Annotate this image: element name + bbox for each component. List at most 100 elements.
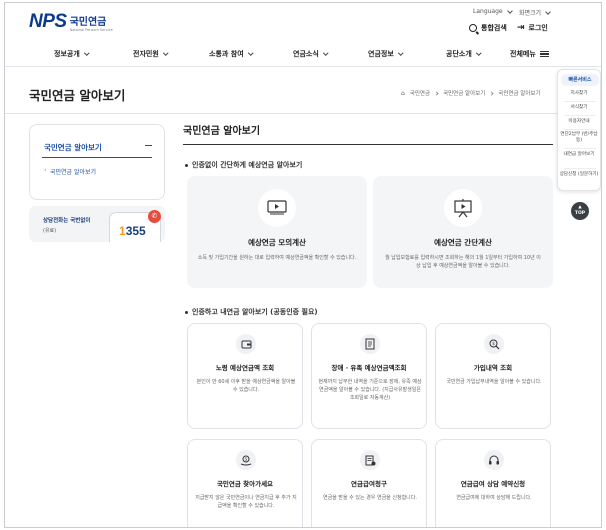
quick-item-my-pension[interactable]: 내연금 알아보기 (558, 152, 600, 158)
call-fee-note: (유료) (43, 228, 57, 234)
quick-menu-heading: 빠른서비스 (561, 74, 599, 86)
login-button[interactable]: ⇥ 로그인 (517, 23, 548, 33)
card-desc: 월 납입보험료를 입력하시면 조회하는 해의 1월 1일부터 가입하여 10년 … (385, 255, 541, 269)
card-title: 가입내역 조회 (473, 364, 513, 372)
chevron-down-icon (545, 8, 551, 15)
gnb-item-about[interactable]: 공단소개 (446, 49, 481, 59)
card-title: 노령 예상연금액 조회 (215, 364, 275, 372)
gnb-item-pension-news[interactable]: 연금소식 (293, 49, 328, 59)
quick-item-payment[interactable]: 연단2납부 (반/주납 등) (558, 132, 600, 144)
form-stamp-icon (365, 455, 375, 465)
page-title: 국민연금 알아보기 (29, 88, 126, 103)
divider (5, 113, 601, 114)
card-desc: 연금을 받을 수 있는 경우 연금을 신청합니다. (323, 495, 417, 501)
card-desc: 소득 및 가입기간을 원하는 대로 입력하여 예상연금액을 확인할 수 있습니다… (197, 255, 357, 261)
collapse-icon[interactable] (145, 145, 152, 147)
quick-item-branch[interactable]: 지사찾기 (558, 91, 600, 97)
simulation-calc-card[interactable]: 예상연금 모의계산 소득 및 가입기간을 원하는 대로 입력하여 예상연금액을 … (187, 176, 367, 288)
quick-item-guide[interactable]: 이용자안내 (558, 119, 600, 125)
quick-item-forms[interactable]: 서식찾기 (558, 105, 600, 111)
phone-icon: ✆ (148, 210, 161, 223)
divider (564, 148, 596, 149)
logo-name-en: National Pension Service (69, 27, 113, 32)
chevron-right-icon (434, 90, 439, 96)
section-heading: 인증없이 간단하게 예상연금 알아보기 (185, 160, 302, 170)
breadcrumb: ⌂ 국민연금 국민연금 알아보기 국민연금 알아보기 (401, 89, 541, 98)
card-desc: 국민연금 가입납부내역을 알아볼 수 있습니다. (446, 379, 542, 385)
breadcrumb-item[interactable]: 국민연금 (410, 89, 430, 97)
global-nav: 정보공개 전자민원 소통과 참여 연금소식 연금정보 공단소개 전체메뉴 (5, 43, 601, 67)
integrated-search-button[interactable]: 통합검색 (469, 23, 507, 33)
card-desc: 본인이 만 60세 이후 받을 예상연금액을 알아볼 수 있습니다. (196, 379, 296, 393)
card-desc: 지급받지 않은 국민연금이나 연금지급 후 추가 지급액을 확인할 수 있습니다… (195, 495, 297, 509)
video-player-icon (267, 200, 287, 215)
consult-reservation-card[interactable]: 연금급여 상담 예약신청 연금급여에 대하여 상담해 드립니다. (435, 439, 551, 527)
section-heading: 인증하고 내연금 알아보기 (공동인증 필요) (185, 307, 318, 317)
gnb-item-e-civil[interactable]: 전자민원 (133, 49, 168, 59)
side-nav-item[interactable]: 국민연금 알아보기 (44, 166, 96, 176)
logo-brand: NPS (29, 11, 67, 32)
divider (564, 129, 596, 130)
presentation-board-icon (454, 199, 472, 218)
card-title: 예상연금 간단계산 (434, 238, 492, 247)
quick-service-menu: 빠른서비스 지사찾기 서식찾기 이용자안내 연단2납부 (반/주납 등) 내연금… (557, 69, 601, 191)
disability-survivor-card[interactable]: 장애 · 유족 예상연금액조회 현재까지 납부한 내역을 기준으로 장애, 유족… (311, 323, 427, 429)
scroll-top-button[interactable]: ▲ TOP (571, 202, 589, 220)
logo-name-kr: 국민연금 (69, 16, 107, 28)
card-title: 예상연금 모의계산 (248, 238, 306, 247)
all-menu-button[interactable]: 전체메뉴 (510, 49, 549, 59)
top-header: NPS 국민연금 National Pension Service Langua… (5, 3, 601, 43)
divider (183, 144, 553, 145)
side-nav: 국민연금 알아보기 국민연금 알아보기 (29, 124, 165, 200)
card-desc: 현재까지 납부한 내역을 기준으로 장애, 유족 예상연금액을 알아볼 수 있습… (318, 379, 422, 401)
chevron-right-icon (489, 90, 494, 96)
enrollment-history-card[interactable]: $ 가입내역 조회 국민연금 가입납부내역을 알아볼 수 있습니다. (435, 323, 551, 429)
divider (42, 157, 152, 158)
svg-text:$: $ (492, 341, 495, 347)
nps-logo[interactable]: NPS 국민연금 National Pension Service (29, 11, 113, 33)
quick-item-consult[interactable]: 상담신청 (일문하기) (558, 172, 600, 178)
chevron-down-icon (323, 50, 328, 56)
divider (564, 115, 596, 116)
chevron-down-icon (84, 50, 89, 56)
find-pension-card[interactable]: $ 국민연금 찾아가세요 지급받지 않은 국민연금이나 연금지급 후 추가 지급… (187, 439, 303, 527)
card-title: 연금급여청구 (351, 480, 387, 488)
browser-viewport: NPS 국민연금 National Pension Service Langua… (4, 2, 602, 528)
headset-icon (489, 455, 499, 464)
breadcrumb-item[interactable]: 국민연금 알아보기 (498, 89, 540, 97)
call-number: 1355 (119, 224, 146, 238)
divider (564, 168, 596, 169)
chevron-down-icon (163, 50, 168, 56)
gnb-item-communication[interactable]: 소통과 참여 (209, 49, 253, 59)
chevron-down-icon (247, 50, 253, 56)
divider (564, 101, 596, 102)
card-title: 연금급여 상담 예약신청 (460, 480, 526, 488)
login-icon: ⇥ (517, 23, 525, 33)
gnb-item-pension-info[interactable]: 연금정보 (368, 49, 403, 59)
simple-calc-card[interactable]: 예상연금 간단계산 월 납입보험료를 입력하시면 조회하는 해의 1월 1일부터… (373, 176, 553, 288)
chevron-down-icon (506, 7, 513, 14)
call-center-banner[interactable]: 상담전화는 국번없이 (유료) 1355 ✆ (29, 206, 165, 242)
chevron-down-icon (476, 50, 481, 56)
hamburger-icon (539, 49, 549, 59)
screen-size-select[interactable]: 화면크기 (519, 8, 551, 17)
benefit-claim-card[interactable]: 연금급여청구 연금을 받을 수 있는 경우 연금을 신청합니다. (311, 439, 427, 527)
wallet-icon (241, 340, 251, 349)
card-title: 국민연금 찾아가세요 (216, 480, 274, 488)
home-icon[interactable]: ⌂ (401, 90, 405, 97)
document-icon (365, 338, 375, 350)
old-age-pension-card[interactable]: 노령 예상연금액 조회 본인이 만 60세 이후 받을 예상연금액을 알아볼 수… (187, 323, 303, 429)
language-select[interactable]: Language (473, 7, 513, 15)
call-desc: 상담전화는 국번없이 (43, 218, 91, 224)
svg-text:$: $ (245, 456, 248, 461)
money-hand-icon: $ (240, 455, 252, 465)
search-icon (469, 24, 477, 32)
content-title: 국민연금 알아보기 (183, 126, 261, 137)
gnb-item-info-disclosure[interactable]: 정보공개 (54, 49, 89, 59)
magnifier-coin-icon: $ (489, 339, 499, 349)
card-desc: 연금급여에 대하여 상담해 드립니다. (456, 495, 532, 501)
side-nav-heading[interactable]: 국민연금 알아보기 (44, 142, 102, 153)
breadcrumb-item[interactable]: 국민연금 알아보기 (443, 89, 485, 97)
chevron-down-icon (398, 50, 403, 56)
card-title: 장애 · 유족 예상연금액조회 (331, 364, 407, 372)
